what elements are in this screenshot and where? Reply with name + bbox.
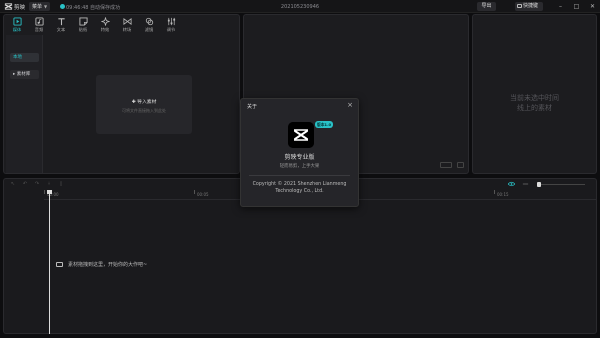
media-panel: 媒体 音频 文本 贴纸 特效 转场 滤镜 调节 本地 ▸ 素材库 ✚ 导入素材 …: [3, 14, 240, 174]
close-icon[interactable]: ×: [347, 101, 353, 109]
aspect-ratio-icon[interactable]: [440, 162, 452, 168]
minimize-icon[interactable]: –: [556, 2, 565, 11]
tab-audio[interactable]: 音频: [29, 16, 49, 34]
copyright-line-1: Copyright © 2021 Shenzhen Lianmeng: [252, 182, 347, 187]
import-hint: 可将文件直接拖入到此处: [122, 108, 166, 113]
dialog-title: 关于: [247, 104, 258, 110]
sidebar-item-local[interactable]: 本地: [10, 53, 39, 62]
project-title: 202105230946: [280, 3, 320, 10]
divider: [249, 175, 350, 176]
tick-label: 00:05: [197, 192, 209, 197]
tab-sticker[interactable]: 贴纸: [73, 16, 93, 34]
media-icon: [12, 17, 22, 26]
fullscreen-icon[interactable]: [457, 162, 464, 168]
shortcut-button[interactable]: 快捷键: [515, 2, 543, 11]
tab-text[interactable]: 文本: [51, 16, 71, 34]
maximize-icon[interactable]: □: [572, 2, 581, 11]
select-tool-icon[interactable]: ↖: [10, 181, 16, 187]
undo-icon[interactable]: ↶: [22, 181, 28, 187]
tab-effects[interactable]: 特效: [95, 16, 115, 34]
timeline-empty-hint: 素材拖拽到这里，开始你的大作吧~: [56, 261, 147, 268]
tick-mark: [194, 190, 195, 194]
tick-mark: [44, 190, 45, 194]
tab-media[interactable]: 媒体: [7, 16, 27, 34]
tick-label: 00:15: [497, 192, 509, 197]
title-bar: 剪映 菜单 ▼ 09:46:48 自动保存成功 202105230946 导出 快…: [0, 0, 600, 13]
zoom-slider[interactable]: [539, 184, 585, 185]
redo-icon[interactable]: ↷: [34, 181, 40, 187]
link-icon[interactable]: [522, 181, 529, 187]
adjust-icon: [167, 17, 175, 26]
tab-adjust[interactable]: 调节: [161, 16, 181, 34]
sticker-icon: [78, 17, 88, 26]
material-toolbar: 媒体 音频 文本 贴纸 特效 转场 滤镜 调节: [4, 15, 204, 35]
snap-icon[interactable]: [508, 181, 515, 187]
tab-transition[interactable]: 转场: [117, 16, 137, 34]
effects-icon: [100, 17, 110, 26]
audio-icon: [34, 17, 44, 26]
import-dropzone[interactable]: ✚ 导入素材 可将文件直接拖入到此处: [96, 75, 192, 134]
app-logo-icon: [288, 122, 314, 148]
dialog-slogan: 轻而易剪，上手大果: [279, 164, 320, 169]
filter-icon: [145, 17, 153, 26]
copyright-line-2: Technology Co., Ltd.: [275, 189, 324, 194]
transition-icon: [122, 17, 132, 26]
about-dialog: 关于 × 版本1.0 剪映专业版 轻而易剪，上手大果 Copyright © 2…: [240, 98, 359, 207]
tick-mark: [494, 190, 495, 194]
version-badge: 版本1.0: [315, 121, 333, 128]
text-icon: [57, 18, 65, 26]
split-icon[interactable]: ⟊: [46, 181, 52, 187]
dialog-app-name: 剪映专业版: [284, 154, 315, 161]
sidebar-item-library[interactable]: ▸ 素材库: [10, 70, 39, 79]
import-button[interactable]: ✚ 导入素材: [96, 98, 192, 105]
shortcut-label: 快捷键: [523, 3, 539, 9]
close-window-icon[interactable]: ✕: [588, 2, 597, 11]
delete-icon[interactable]: ▯: [58, 181, 64, 187]
export-button[interactable]: 导出: [477, 2, 496, 11]
playhead[interactable]: [49, 190, 50, 334]
tab-filter[interactable]: 滤镜: [139, 16, 159, 34]
properties-panel: 当前未选中时间 线上的素材: [472, 14, 597, 174]
zoom-slider-handle[interactable]: [537, 182, 541, 187]
media-sidebar: 本地 ▸ 素材库: [6, 35, 43, 173]
keyboard-icon: [517, 3, 522, 8]
properties-empty-message: 当前未选中时间 线上的素材: [510, 94, 559, 112]
film-icon: [56, 262, 63, 267]
